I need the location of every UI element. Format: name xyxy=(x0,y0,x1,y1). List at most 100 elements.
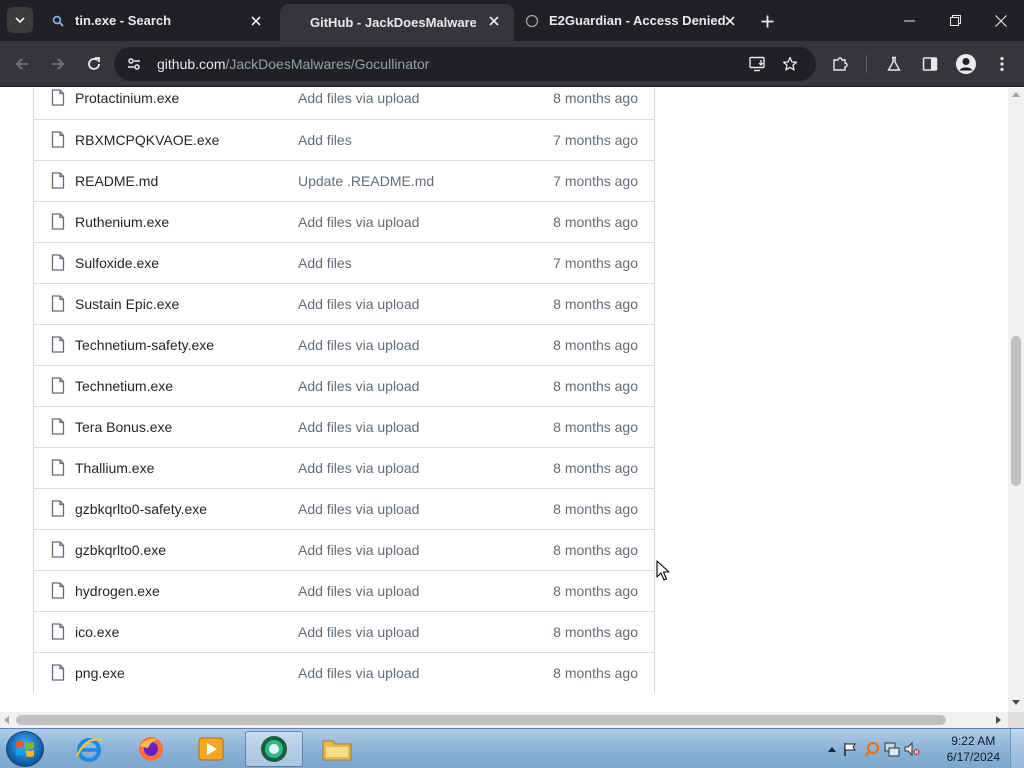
commit-message-link[interactable]: Add files via upload xyxy=(298,419,419,435)
file-row[interactable]: hydrogen.exe Add files via upload 8 months… xyxy=(34,570,654,611)
scroll-down-icon[interactable] xyxy=(1012,700,1020,705)
install-app-button[interactable] xyxy=(744,50,772,78)
profile-button[interactable] xyxy=(952,50,980,78)
close-tab-icon[interactable] xyxy=(248,13,264,29)
file-row[interactable]: Protactinium.exe Add files via upload 8 mo… xyxy=(34,88,654,119)
horizontal-scrollbar[interactable] xyxy=(0,712,1008,728)
tab-search-button[interactable] xyxy=(7,7,33,33)
tab-search[interactable]: tin.exe - Search xyxy=(40,0,276,41)
file-row[interactable]: gzbkqrlto0-safety.exe Add files via uploa… xyxy=(34,488,654,529)
file-name-link[interactable]: Technetium-safety.exe xyxy=(75,337,214,353)
file-row[interactable]: RBXMCPQKVAOE.exe Add files 7 months ago xyxy=(34,119,654,160)
commit-message-link[interactable]: Add files via upload xyxy=(298,90,419,106)
network-icon[interactable] xyxy=(884,741,900,757)
reload-button[interactable] xyxy=(80,50,108,78)
file-name-link[interactable]: Technetium.exe xyxy=(75,378,173,394)
file-row[interactable]: Sulfoxide.exe Add files 7 months ago xyxy=(34,242,654,283)
commit-message-link[interactable]: Add files via upload xyxy=(298,501,419,517)
commit-age: 8 months ago xyxy=(553,90,638,106)
taskbar-file-explorer[interactable] xyxy=(308,731,366,767)
taskbar-internet-explorer[interactable] xyxy=(60,731,118,767)
file-row[interactable]: Ruthenium.exe Add files via upload 8 month… xyxy=(34,201,654,242)
minimize-button[interactable] xyxy=(886,0,932,41)
forward-button[interactable] xyxy=(44,50,72,78)
show-desktop-button[interactable] xyxy=(1010,729,1024,768)
taskbar-firefox[interactable] xyxy=(122,731,180,767)
close-tab-icon[interactable] xyxy=(722,13,738,29)
bookmark-button[interactable] xyxy=(776,50,804,78)
commit-age: 8 months ago xyxy=(553,419,638,435)
puzzle-icon xyxy=(833,57,848,71)
close-window-button[interactable] xyxy=(978,0,1024,41)
scroll-right-icon[interactable] xyxy=(996,716,1001,724)
commit-age: 8 months ago xyxy=(553,624,638,640)
file-name-link[interactable]: Protactinium.exe xyxy=(75,90,179,106)
labs-button[interactable] xyxy=(880,50,908,78)
file-icon xyxy=(51,541,65,558)
file-row[interactable]: Sustain Epic.exe Add files via upload 8 mo… xyxy=(34,283,654,324)
search-tray-icon[interactable] xyxy=(864,741,880,757)
vertical-scrollbar[interactable] xyxy=(1008,88,1024,712)
clock-date: 6/17/2024 xyxy=(946,750,1000,764)
file-row[interactable]: Tera Bonus.exe Add files via upload 8 mont… xyxy=(34,406,654,447)
file-icon xyxy=(51,582,65,599)
tab-github[interactable]: GitHub - JackDoesMalwares/G xyxy=(280,4,514,41)
scroll-left-icon[interactable] xyxy=(4,716,9,724)
address-bar[interactable]: github.com/JackDoesMalwares/Gocullinator xyxy=(114,47,816,81)
file-row[interactable]: png.exe Add files via upload 8 months ago xyxy=(34,652,654,693)
back-button[interactable] xyxy=(8,50,36,78)
show-hidden-icons-icon[interactable] xyxy=(824,741,840,757)
commit-message-link[interactable]: Update .README.md xyxy=(298,173,434,189)
file-name-link[interactable]: png.exe xyxy=(75,665,125,681)
side-panel-button[interactable] xyxy=(916,50,944,78)
file-row[interactable]: README.md Update .README.md 7 months ago xyxy=(34,160,654,201)
file-name-link[interactable]: Sustain Epic.exe xyxy=(75,296,179,312)
commit-message-link[interactable]: Add files xyxy=(298,132,352,148)
file-name-link[interactable]: Ruthenium.exe xyxy=(75,214,169,230)
commit-message-link[interactable]: Add files xyxy=(298,255,352,271)
commit-message-link[interactable]: Add files via upload xyxy=(298,624,419,640)
arrow-right-icon xyxy=(52,58,65,70)
file-name-link[interactable]: README.md xyxy=(75,173,158,189)
file-name-link[interactable]: hydrogen.exe xyxy=(75,583,160,599)
restore-button[interactable] xyxy=(932,0,978,41)
file-name-link[interactable]: Tera Bonus.exe xyxy=(75,419,172,435)
commit-message-link[interactable]: Add files via upload xyxy=(298,542,419,558)
tab-title: E2Guardian - Access Denied xyxy=(549,13,726,28)
vertical-scroll-thumb[interactable] xyxy=(1011,336,1021,486)
chrome-canary-icon xyxy=(261,736,287,762)
file-row[interactable]: Thallium.exe Add files via upload 8 months… xyxy=(34,447,654,488)
commit-message-link[interactable]: Add files via upload xyxy=(298,337,419,353)
menu-button[interactable] xyxy=(988,50,1016,78)
commit-message-link[interactable]: Add files via upload xyxy=(298,214,419,230)
file-row[interactable]: Technetium-safety.exe Add files via uploa… xyxy=(34,324,654,365)
close-tab-icon[interactable] xyxy=(486,13,502,29)
volume-muted-icon[interactable] xyxy=(904,741,920,757)
commit-message-link[interactable]: Add files via upload xyxy=(298,583,419,599)
horizontal-scroll-thumb[interactable] xyxy=(16,715,946,725)
commit-message-link[interactable]: Add files via upload xyxy=(298,665,419,681)
file-name-link[interactable]: ico.exe xyxy=(75,624,119,640)
commit-message-link[interactable]: Add files via upload xyxy=(298,460,419,476)
scroll-up-icon[interactable] xyxy=(1012,92,1020,97)
taskbar-chrome[interactable] xyxy=(245,731,303,767)
site-settings-icon[interactable] xyxy=(123,53,145,75)
file-name-link[interactable]: gzbkqrlto0.exe xyxy=(75,542,166,558)
file-row[interactable]: ico.exe Add files via upload 8 months ago xyxy=(34,611,654,652)
commit-message-link[interactable]: Add files via upload xyxy=(298,296,419,312)
extensions-button[interactable] xyxy=(826,50,854,78)
file-name-link[interactable]: Sulfoxide.exe xyxy=(75,255,159,271)
start-button[interactable] xyxy=(6,731,44,767)
action-center-flag-icon[interactable] xyxy=(842,741,858,757)
commit-message-link[interactable]: Add files via upload xyxy=(298,378,419,394)
file-row[interactable]: gzbkqrlto0.exe Add files via upload 8 mont… xyxy=(34,529,654,570)
url-text: github.com/JackDoesMalwares/Gocullinator xyxy=(157,56,429,72)
file-name-link[interactable]: Thallium.exe xyxy=(75,460,154,476)
file-row[interactable]: Technetium.exe Add files via upload 8 mont… xyxy=(34,365,654,406)
new-tab-button[interactable] xyxy=(756,10,778,32)
file-name-link[interactable]: RBXMCPQKVAOE.exe xyxy=(75,132,219,148)
file-name-link[interactable]: gzbkqrlto0-safety.exe xyxy=(75,501,207,517)
tab-e2guardian[interactable]: E2Guardian - Access Denied xyxy=(514,0,750,41)
system-clock[interactable]: 9:22 AM 6/17/2024 xyxy=(947,733,1000,765)
taskbar-media-player[interactable] xyxy=(182,731,240,767)
